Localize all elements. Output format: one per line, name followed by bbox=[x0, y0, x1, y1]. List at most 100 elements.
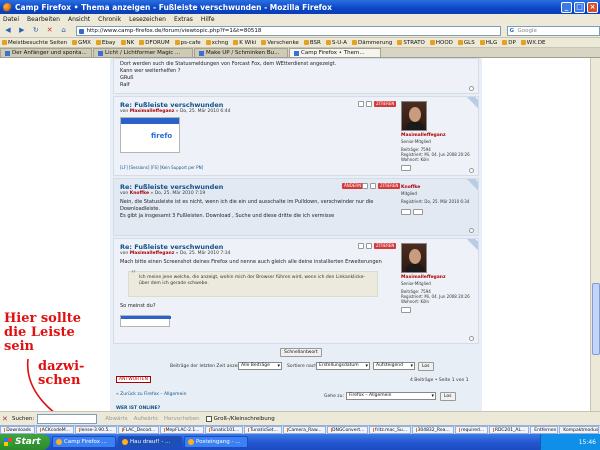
minimize-button[interactable]: _ bbox=[561, 1, 572, 13]
warn-icon[interactable] bbox=[370, 183, 376, 189]
remove-button[interactable]: Entfernen bbox=[530, 426, 559, 434]
bookmark-item[interactable]: xchng bbox=[205, 40, 228, 46]
jump-go-button[interactable]: Los bbox=[440, 392, 456, 401]
bookmark-item[interactable]: K Wiki bbox=[233, 40, 256, 46]
bookmark-item[interactable]: HOOD bbox=[429, 40, 453, 46]
profile-icon[interactable] bbox=[401, 209, 411, 215]
vertical-scrollbar[interactable] bbox=[590, 58, 600, 411]
find-next-button[interactable]: Abwärts bbox=[105, 416, 127, 422]
edit-button[interactable]: ÄNDERN bbox=[342, 183, 364, 189]
screenshot-thumbnail[interactable] bbox=[120, 315, 171, 327]
tab-makeup[interactable]: Make UP / Schminken Bu... bbox=[194, 48, 288, 57]
stop-icon[interactable]: ✕ bbox=[44, 25, 56, 36]
bookmark-item[interactable]: WX.DE bbox=[520, 40, 545, 46]
forward-icon[interactable]: ▶ bbox=[16, 25, 28, 36]
download-item[interactable]: 304832_Rea... bbox=[412, 426, 454, 434]
menu-bearbeiten[interactable]: Bearbeiten bbox=[27, 16, 60, 23]
download-item[interactable]: TunaticSet... bbox=[244, 426, 282, 434]
quote-button[interactable]: ZITIEREN bbox=[374, 101, 397, 107]
bookmark-item[interactable]: DP bbox=[502, 40, 516, 46]
download-item[interactable]: ACKcodeM... bbox=[35, 426, 74, 434]
post-title[interactable]: Re: Fußleiste verschwunden bbox=[120, 243, 223, 251]
post-author[interactable]: Maximalleffeganz bbox=[130, 109, 175, 114]
author-name[interactable]: Knoffke bbox=[401, 185, 420, 190]
menu-ansicht[interactable]: Ansicht bbox=[68, 16, 90, 23]
bookmark-item[interactable]: DFORUM bbox=[139, 40, 170, 46]
quote-button[interactable]: ZITIEREN bbox=[378, 183, 401, 189]
download-item[interactable]: FLAC_Decod... bbox=[117, 426, 160, 434]
report-icon[interactable] bbox=[358, 101, 364, 107]
bookmark-item[interactable]: Meistbesuchte Seiten bbox=[2, 40, 67, 46]
post-author[interactable]: Maximalleffeganz bbox=[130, 251, 175, 256]
bookmark-item[interactable]: GLS bbox=[457, 40, 475, 46]
screenshot-thumbnail[interactable] bbox=[120, 117, 180, 153]
home-icon[interactable]: ⌂ bbox=[58, 25, 70, 36]
menu-hilfe[interactable]: Hilfe bbox=[201, 16, 215, 23]
top-button[interactable] bbox=[469, 336, 474, 341]
close-findbar-icon[interactable]: ✕ bbox=[2, 415, 10, 423]
menu-datei[interactable]: Datei bbox=[3, 16, 19, 23]
bookmark-item[interactable]: S-U-A bbox=[325, 40, 347, 46]
warn-icon[interactable] bbox=[366, 101, 372, 107]
bookmark-item[interactable]: GMX bbox=[72, 40, 91, 46]
tab-camp-firefox[interactable]: Camp Firefox • Them... bbox=[289, 48, 381, 57]
post-author[interactable]: Knoffke bbox=[130, 191, 149, 196]
compact-mode-button[interactable]: Kompaktmodus bbox=[559, 426, 599, 434]
post-title[interactable]: Re: Fußleiste verschwunden bbox=[120, 183, 223, 191]
report-icon[interactable] bbox=[358, 243, 364, 249]
back-icon[interactable]: ◀ bbox=[2, 25, 14, 36]
menu-extras[interactable]: Extras bbox=[174, 16, 193, 23]
bookmark-item[interactable]: Dämmerung bbox=[351, 40, 392, 46]
url-input[interactable]: http://www.camp-firefox.de/forum/viewtop… bbox=[75, 25, 501, 36]
find-previous-button[interactable]: Aufwärts bbox=[134, 416, 158, 422]
tab-anfaenger[interactable]: Der Anfänger und sponta... bbox=[0, 48, 92, 57]
top-button[interactable] bbox=[469, 86, 474, 91]
reload-icon[interactable]: ↻ bbox=[30, 25, 42, 36]
order-select[interactable]: Aufsteigend bbox=[373, 362, 415, 370]
profile-icon[interactable] bbox=[401, 165, 411, 171]
download-item[interactable]: RDC201_AL... bbox=[489, 426, 530, 434]
quick-reply-button[interactable]: Schnellantwort bbox=[280, 348, 322, 357]
scrollbar-thumb[interactable] bbox=[592, 283, 600, 355]
search-input[interactable]: Google bbox=[506, 25, 600, 36]
start-button[interactable]: Start bbox=[0, 434, 50, 450]
author-name[interactable]: Maximalleffeganz bbox=[401, 133, 446, 138]
bookmark-item[interactable]: STRATO bbox=[397, 40, 425, 46]
sort-select[interactable]: Erstellungsdatum bbox=[316, 362, 370, 370]
match-case-checkbox[interactable]: Groß-/Kleinschreibung bbox=[205, 415, 275, 422]
close-button[interactable]: × bbox=[587, 1, 598, 13]
bookmark-item[interactable]: Verschenke bbox=[261, 40, 299, 46]
display-select[interactable]: Alle Beiträge bbox=[238, 362, 282, 370]
report-icon[interactable] bbox=[362, 183, 368, 189]
go-button[interactable]: Los bbox=[418, 362, 434, 371]
post-signature[interactable]: [LF] [Sessions] [FS] [Kein Support per P… bbox=[120, 165, 203, 170]
taskbar-item[interactable]: Hau drauf! - ... bbox=[118, 436, 182, 448]
post-title[interactable]: Re: Fußleiste verschwunden bbox=[120, 101, 223, 109]
taskbar-item[interactable]: Posteingang - ... bbox=[184, 436, 248, 448]
taskbar-item[interactable]: Camp Firefox ... bbox=[52, 436, 116, 448]
top-button[interactable] bbox=[469, 228, 474, 233]
download-item[interactable]: fritz.mac_Su... bbox=[369, 426, 411, 434]
bookmark-item[interactable]: HLG bbox=[479, 40, 497, 46]
tab-licht[interactable]: Licht / Lichtformer Magic ... bbox=[93, 48, 193, 57]
download-item[interactable]: Tunatic101... bbox=[204, 426, 244, 434]
top-button[interactable] bbox=[469, 168, 474, 173]
email-icon[interactable] bbox=[413, 209, 423, 215]
bookmark-item[interactable]: ps-cafe bbox=[174, 40, 201, 46]
quote-button[interactable]: ZITIEREN bbox=[374, 243, 397, 249]
download-item[interactable]: lense-3.90.5... bbox=[74, 426, 117, 434]
download-item[interactable]: required... bbox=[454, 426, 489, 434]
menu-lesezeichen[interactable]: Lesezeichen bbox=[129, 16, 166, 23]
jump-select[interactable]: Firefox – Allgemein bbox=[346, 392, 436, 400]
download-item[interactable]: Camera_Raw... bbox=[282, 426, 326, 434]
download-item[interactable]: DNGConvert... bbox=[326, 426, 369, 434]
bookmark-item[interactable]: Ebay bbox=[95, 40, 116, 46]
maximize-button[interactable]: □ bbox=[574, 1, 585, 13]
author-name[interactable]: Maximalleffeganz bbox=[401, 275, 446, 280]
warn-icon[interactable] bbox=[366, 243, 372, 249]
download-item[interactable]: MepFLAC-2.1... bbox=[160, 426, 204, 434]
highlight-button[interactable]: Hervorheben bbox=[164, 416, 200, 422]
profile-icon[interactable] bbox=[401, 307, 411, 313]
find-input[interactable] bbox=[37, 413, 98, 424]
download-item[interactable]: Downloads bbox=[0, 426, 35, 434]
